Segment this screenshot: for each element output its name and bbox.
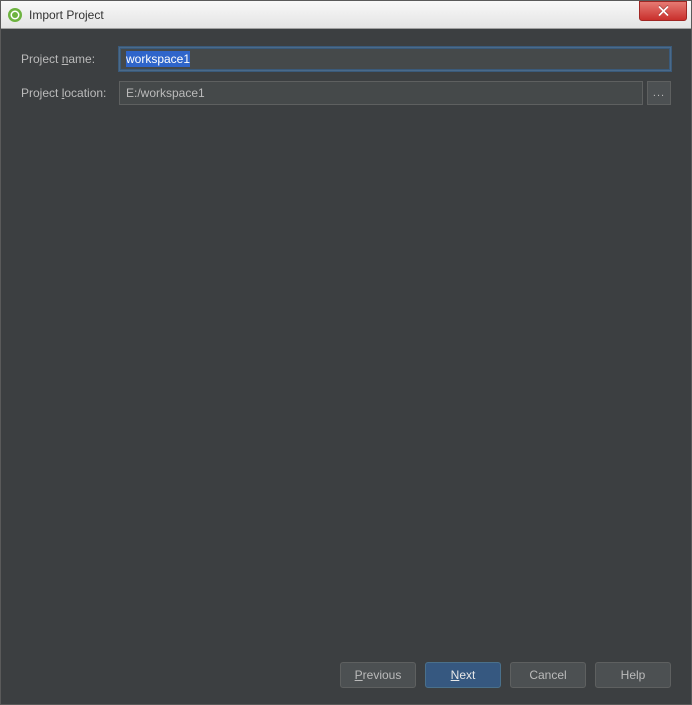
- project-location-input[interactable]: E:/workspace1: [119, 81, 643, 105]
- import-project-dialog: Import Project Project name: workspace1 …: [0, 0, 692, 705]
- project-name-input[interactable]: workspace1: [119, 47, 671, 71]
- content-spacer: [21, 115, 671, 652]
- close-button[interactable]: [639, 1, 687, 21]
- ellipsis-icon: ...: [653, 87, 665, 99]
- dialog-content: Project name: workspace1 Project locatio…: [1, 29, 691, 704]
- app-icon: [7, 7, 23, 23]
- help-button[interactable]: Help: [595, 662, 671, 688]
- project-location-label: Project location:: [21, 86, 119, 100]
- project-location-value: E:/workspace1: [126, 86, 205, 100]
- close-icon: [658, 6, 669, 16]
- window-title: Import Project: [29, 8, 689, 22]
- project-location-row: Project location: E:/workspace1 ...: [21, 81, 671, 105]
- project-name-value: workspace1: [126, 51, 190, 67]
- previous-button[interactable]: Previous: [340, 662, 416, 688]
- button-bar: Previous Next Cancel Help: [21, 652, 671, 692]
- project-name-row: Project name: workspace1: [21, 47, 671, 71]
- next-button[interactable]: Next: [425, 662, 501, 688]
- cancel-button[interactable]: Cancel: [510, 662, 586, 688]
- project-name-label: Project name:: [21, 52, 119, 66]
- browse-button[interactable]: ...: [647, 81, 671, 105]
- titlebar[interactable]: Import Project: [1, 1, 691, 29]
